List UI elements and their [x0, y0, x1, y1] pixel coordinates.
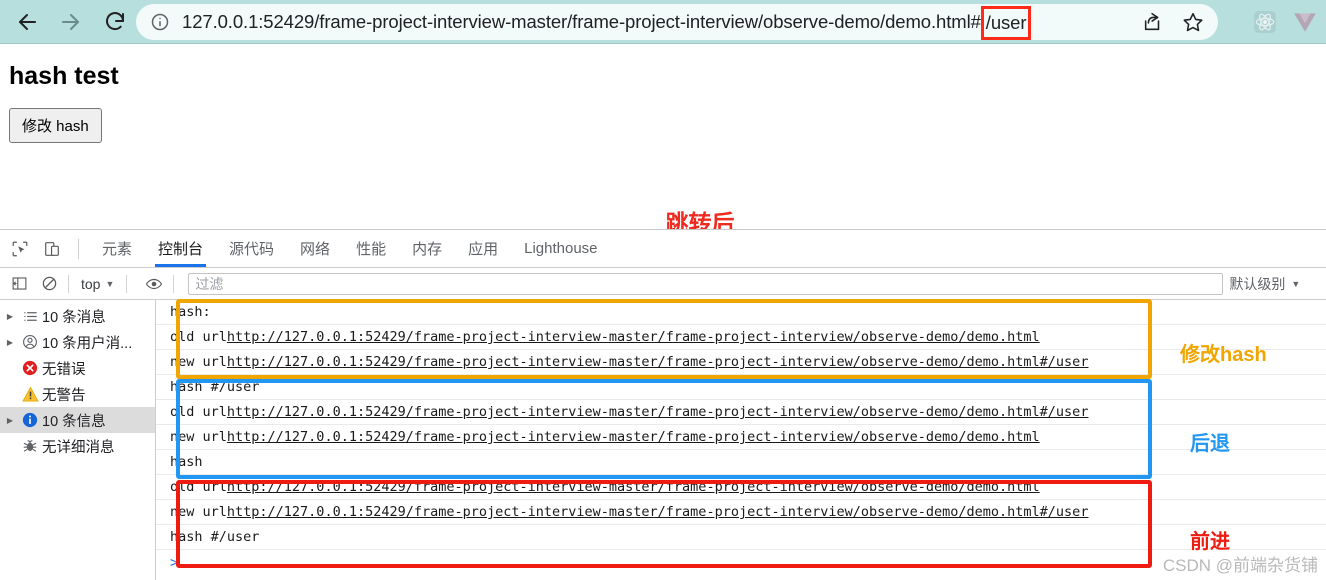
clear-console-icon[interactable]	[38, 273, 60, 295]
execution-context-select[interactable]: top ▼	[77, 276, 118, 292]
share-icon[interactable]	[1142, 11, 1164, 33]
log-levels-value: 默认级别	[1229, 275, 1286, 292]
tab-network[interactable]: 网络	[287, 230, 343, 267]
console-toolbar-separator-3	[173, 274, 175, 293]
chevron-right-icon[interactable]: ▶	[2, 312, 18, 321]
tab-memory[interactable]: 内存	[399, 230, 455, 267]
inspect-element-icon[interactable]	[8, 237, 32, 261]
log-text: new url	[170, 429, 227, 445]
tab-lighthouse[interactable]: Lighthouse	[511, 230, 610, 267]
chevron-down-icon: ▼	[105, 278, 115, 289]
console-input-prompt[interactable]: >	[156, 550, 1326, 575]
log-link[interactable]: http://127.0.0.1:52429/frame-project-int…	[227, 429, 1040, 445]
verbose-bug-icon	[18, 438, 42, 454]
url-main-text: 127.0.0.1:52429/frame-project-interview-…	[182, 11, 981, 32]
page-title: hash test	[9, 62, 119, 90]
vue-devtools-icon[interactable]	[1290, 7, 1320, 37]
console-log-row[interactable]: old url http://127.0.0.1:52429/frame-pro…	[156, 475, 1326, 500]
info-icon	[18, 412, 42, 428]
sidebar-item-user-messages[interactable]: ▶ 10 条用户消...	[0, 329, 155, 355]
console-log-row[interactable]: new url http://127.0.0.1:52429/frame-pro…	[156, 350, 1326, 375]
log-link[interactable]: http://127.0.0.1:52429/frame-project-int…	[227, 354, 1089, 370]
console-toolbar-separator-2	[126, 274, 128, 293]
devtools-tabbar: 元素 控制台 源代码 网络 性能 内存 应用 Lighthouse	[0, 230, 1326, 268]
react-devtools-icon[interactable]	[1250, 7, 1280, 37]
console-filter-input[interactable]: 过滤	[188, 272, 1224, 295]
log-text: hash #/user	[170, 529, 260, 545]
url-hash-highlight: /user	[980, 6, 1032, 40]
csdn-watermark: CSDN @前端杂货铺	[1162, 556, 1318, 575]
toolbar-separator	[78, 238, 79, 259]
log-text: hash	[170, 454, 203, 470]
page-viewport: hash test 修改 hash 跳转后	[0, 44, 1326, 236]
show-console-sidebar-icon[interactable]	[8, 273, 30, 295]
tab-application[interactable]: 应用	[455, 230, 511, 267]
console-log-row[interactable]: hash	[156, 450, 1326, 475]
console-toolbar-separator-1	[68, 274, 69, 293]
forward-button[interactable]	[52, 3, 90, 41]
omnibox-actions	[1142, 4, 1204, 40]
log-link[interactable]: http://127.0.0.1:52429/frame-project-int…	[227, 504, 1089, 520]
sidebar-item-messages[interactable]: ▶ 10 条消息	[0, 303, 155, 329]
console-log-row[interactable]: hash:	[156, 300, 1326, 325]
back-button[interactable]	[8, 3, 46, 41]
error-icon	[18, 360, 42, 376]
sidebar-item-label: 无错误	[42, 361, 86, 378]
console-log-row[interactable]: old url http://127.0.0.1:52429/frame-pro…	[156, 400, 1326, 425]
user-message-icon	[18, 334, 42, 350]
console-sidebar: ▶ 10 条消息 ▶ 10 条用户消... 无错误 无警告 ▶ 10 条信息 无…	[0, 300, 156, 580]
tab-sources[interactable]: 源代码	[216, 230, 287, 267]
log-link[interactable]: http://127.0.0.1:52429/frame-project-int…	[227, 329, 1040, 345]
chevron-right-icon[interactable]: ▶	[2, 416, 18, 425]
browser-toolbar: 127.0.0.1:52429/frame-project-interview-…	[0, 0, 1326, 44]
devtools-panel: 元素 控制台 源代码 网络 性能 内存 应用 Lighthouse top ▼ …	[0, 230, 1326, 580]
sidebar-item-verbose[interactable]: 无详细消息	[0, 433, 155, 459]
console-log-row[interactable]: hash #/user	[156, 525, 1326, 550]
tab-console[interactable]: 控制台	[145, 230, 216, 267]
message-list-icon	[18, 309, 42, 324]
log-text: old url	[170, 404, 227, 420]
extension-icons	[1250, 4, 1320, 40]
url-text: 127.0.0.1:52429/frame-project-interview-…	[182, 5, 1032, 40]
execution-context-value: top	[81, 275, 101, 292]
sidebar-item-label: 10 条用户消...	[42, 335, 133, 352]
console-log-list[interactable]: hash: old url http://127.0.0.1:52429/fra…	[156, 300, 1326, 580]
live-expression-eye-icon[interactable]	[143, 273, 165, 295]
sidebar-item-label: 10 条信息	[42, 413, 106, 430]
log-text: old url	[170, 329, 227, 345]
console-body: ▶ 10 条消息 ▶ 10 条用户消... 无错误 无警告 ▶ 10 条信息 无…	[0, 300, 1326, 580]
log-text: old url	[170, 479, 227, 495]
devtools-tab-list: 元素 控制台 源代码 网络 性能 内存 应用 Lighthouse	[89, 230, 611, 267]
navigation-buttons	[0, 3, 134, 41]
sidebar-item-label: 无警告	[42, 387, 86, 404]
console-log-row[interactable]: new url http://127.0.0.1:52429/frame-pro…	[156, 425, 1326, 450]
chevron-down-icon: ▼	[1291, 278, 1301, 289]
log-link[interactable]: http://127.0.0.1:52429/frame-project-int…	[227, 404, 1089, 420]
log-levels-select[interactable]: 默认级别 ▼	[1229, 274, 1300, 294]
console-log-row[interactable]: old url http://127.0.0.1:52429/frame-pro…	[156, 325, 1326, 350]
sidebar-item-label: 10 条消息	[42, 309, 106, 326]
sidebar-item-errors[interactable]: 无错误	[0, 355, 155, 381]
info-circle-icon[interactable]	[150, 12, 170, 32]
tab-performance[interactable]: 性能	[343, 230, 399, 267]
tab-elements[interactable]: 元素	[89, 230, 145, 267]
chevron-right-icon[interactable]: ▶	[2, 338, 18, 347]
star-icon[interactable]	[1182, 11, 1204, 33]
sidebar-item-warnings[interactable]: 无警告	[0, 381, 155, 407]
log-text: hash #/user	[170, 379, 260, 395]
console-log-row[interactable]: hash #/user	[156, 375, 1326, 400]
log-text: hash:	[170, 304, 211, 320]
console-log-row[interactable]: new url http://127.0.0.1:52429/frame-pro…	[156, 500, 1326, 525]
log-link[interactable]: http://127.0.0.1:52429/frame-project-int…	[227, 479, 1040, 495]
sidebar-item-label: 无详细消息	[42, 439, 115, 456]
warning-icon	[18, 386, 42, 403]
log-text: new url	[170, 504, 227, 520]
log-text: new url	[170, 354, 227, 370]
reload-button[interactable]	[96, 3, 134, 41]
modify-hash-button[interactable]: 修改 hash	[9, 108, 102, 143]
sidebar-item-info[interactable]: ▶ 10 条信息	[0, 407, 155, 433]
console-toolbar: top ▼ 过滤 默认级别 ▼	[0, 268, 1326, 300]
address-bar[interactable]: 127.0.0.1:52429/frame-project-interview-…	[136, 4, 1218, 40]
device-toolbar-icon[interactable]	[40, 237, 64, 261]
